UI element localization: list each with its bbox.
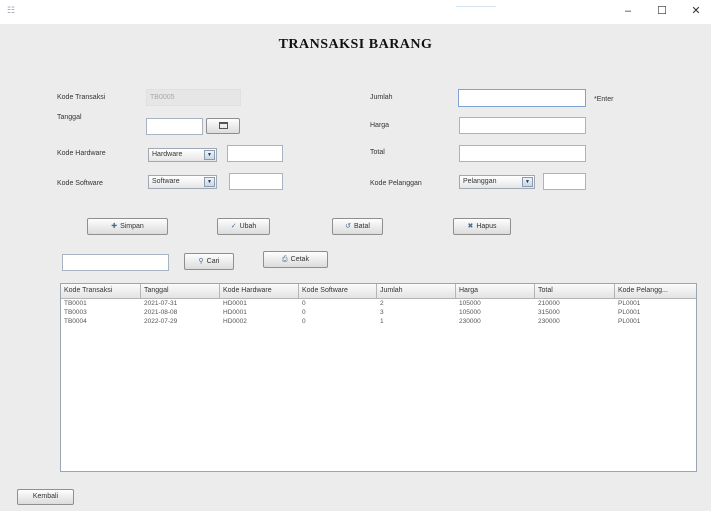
ubah-button[interactable]: ✓ Ubah <box>217 218 270 235</box>
chevron-down-icon: ▼ <box>522 177 533 187</box>
total-field[interactable] <box>459 145 586 162</box>
search-icon: ⚲ <box>198 258 204 265</box>
table-cell: 230000 <box>538 318 560 325</box>
column-header[interactable]: Kode Transaksi <box>61 284 141 299</box>
kode-software-label: Kode Software <box>57 180 103 187</box>
column-header[interactable]: Kode Software <box>299 284 377 299</box>
ubah-label: Ubah <box>239 223 257 230</box>
kode-transaksi-label: Kode Transaksi <box>57 94 106 101</box>
table-cell: PL0001 <box>618 309 641 316</box>
pelanggan-combo-value: Pelanggan <box>463 178 497 185</box>
table-cell: 0 <box>302 300 306 307</box>
tanggal-field[interactable] <box>146 118 203 135</box>
jumlah-hint: *Enter <box>594 96 614 103</box>
printer-icon: ⎙ <box>282 256 288 263</box>
table-cell: 3 <box>380 309 384 316</box>
cari-button[interactable]: ⚲ Cari <box>184 253 234 270</box>
table-cell: HD0002 <box>223 318 247 325</box>
table-cell: 315000 <box>538 309 560 316</box>
simpan-label: Simpan <box>120 223 144 230</box>
column-header[interactable]: Kode Hardware <box>220 284 299 299</box>
table-cell: PL0001 <box>618 318 641 325</box>
kode-hardware-field[interactable] <box>227 145 283 162</box>
table-cell: 0 <box>302 318 306 325</box>
edit-icon: ✓ <box>230 223 237 230</box>
hardware-combo-value: Hardware <box>152 151 183 158</box>
title-accent <box>456 6 496 7</box>
table-cell: HD0001 <box>223 309 247 316</box>
kode-software-field[interactable] <box>229 173 283 190</box>
simpan-button[interactable]: ✚ Simpan <box>87 218 168 235</box>
column-header[interactable]: Harga <box>456 284 535 299</box>
column-header[interactable]: Kode Pelangg... <box>615 284 698 299</box>
app-icon: ☷ <box>7 5 16 15</box>
kode-pelanggan-field[interactable] <box>543 173 586 190</box>
cetak-label: Cetak <box>290 256 309 263</box>
table-cell: 230000 <box>459 318 481 325</box>
undo-icon: ↺ <box>345 223 351 230</box>
cari-label: Cari <box>206 258 220 265</box>
search-input[interactable] <box>62 254 169 271</box>
hardware-combo[interactable]: Hardware ▼ <box>148 148 217 162</box>
calendar-button[interactable] <box>206 118 240 134</box>
minimize-button[interactable]: – <box>616 3 640 20</box>
table-cell: PL0001 <box>618 300 641 307</box>
table-cell: TB0004 <box>64 318 87 325</box>
table-row[interactable]: TB0004 2022-07-29 HD0002 0 1 230000 2300… <box>61 317 696 326</box>
table-cell: HD0001 <box>223 300 247 307</box>
table-row[interactable]: TB0003 2021-08-08 HD0001 0 3 105000 3150… <box>61 308 696 317</box>
jumlah-label: Jumlah <box>370 94 393 101</box>
maximize-button[interactable]: ☐ <box>650 3 674 20</box>
table-cell: 105000 <box>459 300 481 307</box>
calendar-icon <box>218 121 228 129</box>
kode-pelanggan-label: Kode Pelanggan <box>370 180 422 187</box>
kode-hardware-label: Kode Hardware <box>57 150 106 157</box>
column-header[interactable]: Jumlah <box>377 284 456 299</box>
delete-icon: ✖ <box>467 223 474 230</box>
transaksi-table[interactable]: Kode Transaksi Tanggal Kode Hardware Kod… <box>60 283 697 472</box>
table-cell: 0 <box>302 309 306 316</box>
table-row[interactable]: TB0001 2021-07-31 HD0001 0 2 105000 2100… <box>61 299 696 308</box>
harga-field[interactable] <box>459 117 586 134</box>
harga-label: Harga <box>370 122 390 129</box>
tanggal-label: Tanggal <box>57 114 82 121</box>
hapus-label: Hapus <box>476 223 497 230</box>
column-header[interactable]: Total <box>535 284 615 299</box>
table-cell: 2021-07-31 <box>144 300 178 307</box>
table-cell: TB0001 <box>64 300 87 307</box>
table-header: Kode Transaksi Tanggal Kode Hardware Kod… <box>61 284 696 299</box>
hapus-button[interactable]: ✖ Hapus <box>453 218 511 235</box>
kode-transaksi-field: TB0005 <box>146 89 241 106</box>
save-icon: ✚ <box>111 223 118 230</box>
batal-button[interactable]: ↺ Batal <box>332 218 383 235</box>
table-cell: 1 <box>380 318 384 325</box>
kembali-button[interactable]: Kembali <box>17 489 74 505</box>
table-cell: TB0003 <box>64 309 87 316</box>
cetak-button[interactable]: ⎙ Cetak <box>263 251 328 268</box>
title-bar <box>0 0 711 24</box>
chevron-down-icon: ▼ <box>204 150 215 160</box>
table-cell: 2021-08-08 <box>144 309 178 316</box>
close-button[interactable]: ✕ <box>684 3 708 20</box>
table-cell: 210000 <box>538 300 560 307</box>
table-cell: 2022-07-29 <box>144 318 178 325</box>
software-combo[interactable]: Software ▼ <box>148 175 217 189</box>
jumlah-field[interactable] <box>458 89 586 107</box>
column-header[interactable]: Tanggal <box>141 284 220 299</box>
total-label: Total <box>370 149 385 156</box>
page-title: TRANSAKSI BARANG <box>278 37 433 52</box>
software-combo-value: Software <box>152 178 180 185</box>
table-cell: 105000 <box>459 309 481 316</box>
chevron-down-icon: ▼ <box>204 177 215 187</box>
table-cell: 2 <box>380 300 384 307</box>
batal-label: Batal <box>353 223 370 230</box>
pelanggan-combo[interactable]: Pelanggan ▼ <box>459 175 535 189</box>
